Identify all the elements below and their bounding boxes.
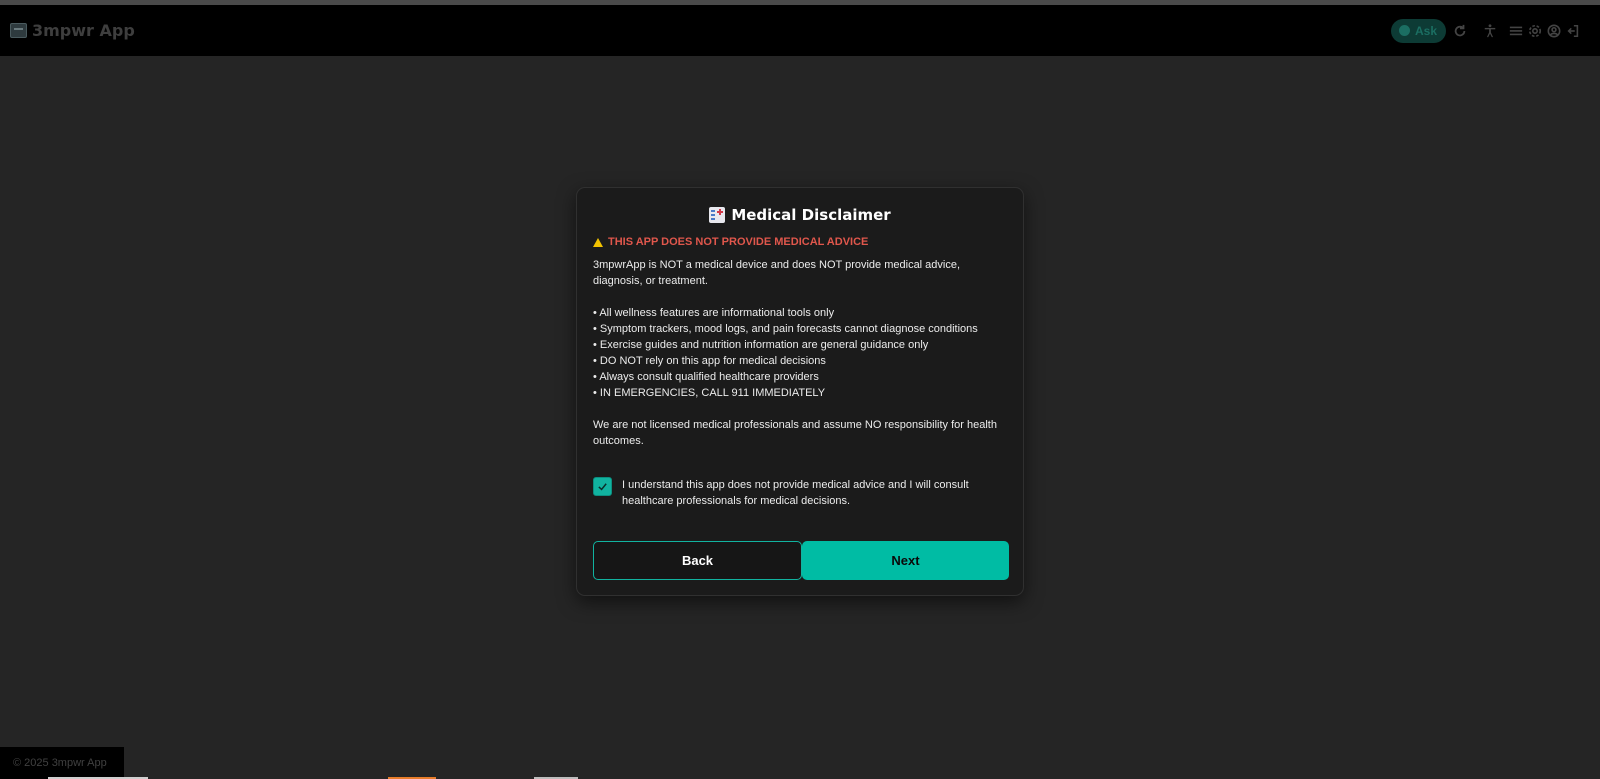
back-button[interactable]: Back [593,541,802,580]
disclaimer-closing: We are not licensed medical professional… [593,419,997,447]
disclaimer-bullet: Exercise guides and nutrition informatio… [593,337,1008,353]
warning-text: THIS APP DOES NOT PROVIDE MEDICAL ADVICE [608,236,869,248]
medical-disclaimer-dialog: Medical Disclaimer THIS APP DOES NOT PRO… [576,187,1024,596]
app-header: 3mpwr App Ask [0,5,1600,56]
dialog-title-text: Medical Disclaimer [731,206,891,224]
consent-label: I understand this app does not provide m… [622,479,969,507]
settings-icon[interactable] [1526,22,1544,40]
disclaimer-bullet: DO NOT rely on this app for medical deci… [593,353,1008,369]
disclaimer-bullet: IN EMERGENCIES, CALL 911 IMMEDIATELY [593,385,1008,401]
hospital-icon [709,207,726,223]
header-actions: Ask [1390,18,1600,43]
consent-checkbox[interactable] [593,477,612,496]
disclaimer-bullet: All wellness features are informational … [593,305,1008,321]
disclaimer-bullet: Symptom trackers, mood logs, and pain fo… [593,321,1008,337]
ask-button[interactable]: Ask [1390,18,1446,43]
dialog-title: Medical Disclaimer [577,206,1023,224]
ask-button-label: Ask [1414,23,1437,38]
menu-icon[interactable] [1507,22,1525,40]
warning-banner: THIS APP DOES NOT PROVIDE MEDICAL ADVICE [593,236,868,248]
disclaimer-intro: 3mpwrApp is NOT a medical device and doe… [593,259,961,287]
brand[interactable]: 3mpwr App [0,21,135,40]
disclaimer-bullet: Always consult qualified healthcare prov… [593,369,1008,385]
warning-icon [593,237,603,247]
disclaimer-body: 3mpwrApp is NOT a medical device and doe… [593,257,1008,449]
app-logo-icon [10,23,27,38]
consent-row[interactable]: I understand this app does not provide m… [593,477,1008,509]
chat-icon [1398,25,1410,36]
footer-copyright: © 2025 3mpwr App [0,747,124,779]
next-button[interactable]: Next [802,541,1009,580]
account-icon[interactable] [1545,22,1563,40]
app-title: 3mpwr App [32,21,135,40]
accessibility-icon[interactable] [1481,22,1499,40]
logout-icon[interactable] [1564,22,1582,40]
refresh-icon[interactable] [1451,22,1469,40]
disclaimer-bullets: All wellness features are informational … [593,305,1008,401]
